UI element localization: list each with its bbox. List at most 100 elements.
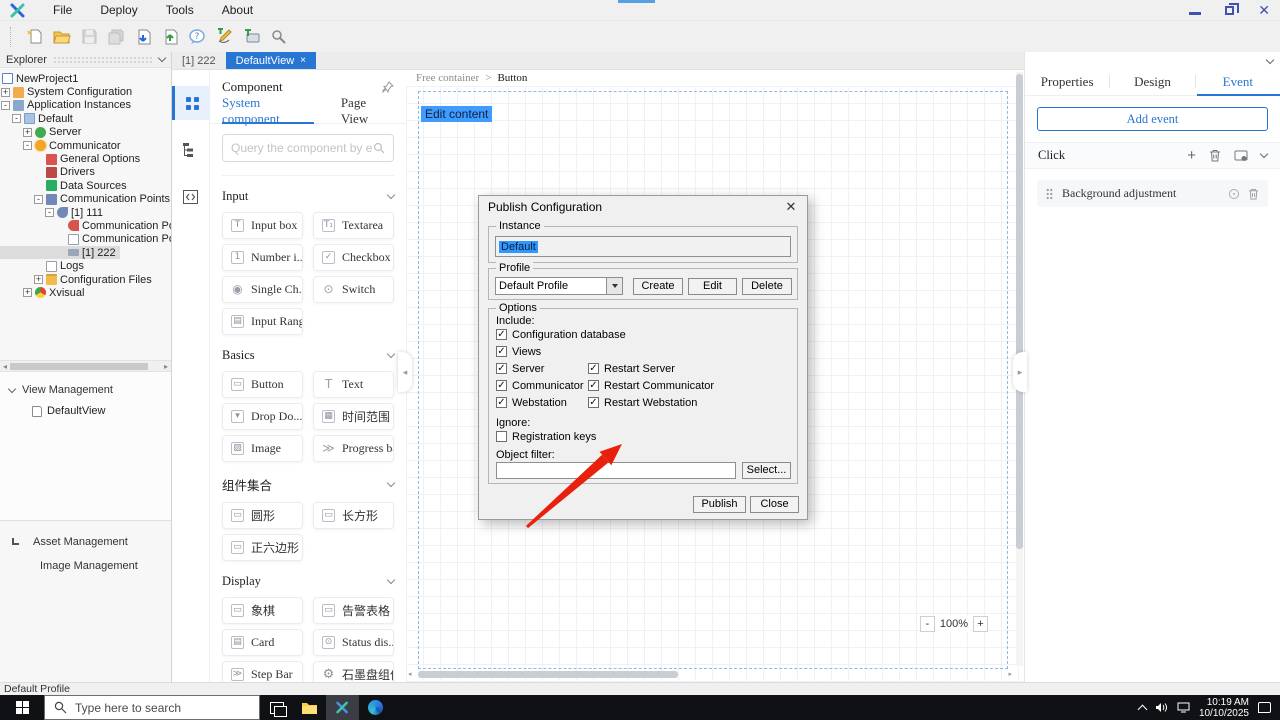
menu-tools[interactable]: Tools [152, 3, 208, 17]
tree-item-communicator[interactable]: - Communicator [0, 139, 125, 152]
scroll-left-icon[interactable]: ◂ [3, 362, 7, 371]
option-communicator[interactable]: ✓ Communicator [496, 379, 584, 392]
tab-event[interactable]: Event [1196, 74, 1280, 90]
component-dropdown[interactable]: ▾ Drop Do... [222, 403, 303, 430]
component-card[interactable]: ▤ Card [222, 629, 303, 656]
component-image[interactable]: ▨ Image [222, 435, 303, 462]
tree-item-communication-points[interactable]: - Communication Points [0, 193, 171, 206]
tree-item-server[interactable]: + Server [0, 126, 85, 139]
dialog-close-icon[interactable]: ✕ [775, 199, 807, 215]
button-component-selected[interactable]: Edit content [421, 106, 493, 122]
add-action-icon[interactable]: + [1187, 148, 1196, 163]
restore-icon[interactable] [1225, 2, 1240, 15]
scrollbar-thumb[interactable] [1016, 74, 1023, 550]
tree-item-general-options[interactable]: General Options [0, 152, 144, 165]
section-component-set[interactable]: 组件集合 [222, 475, 396, 494]
drag-handle-icon[interactable] [1046, 188, 1053, 199]
publish-button[interactable]: Publish [693, 496, 746, 513]
component-checkbox[interactable]: ✓ Checkbox [313, 244, 394, 271]
checkbox-checked-icon[interactable]: ✓ [496, 363, 507, 374]
tree-item-system-configuration[interactable]: + System Configuration [0, 85, 136, 98]
tree-item-222-selected[interactable]: [1] 222 [0, 246, 120, 260]
tab-design[interactable]: Design [1110, 74, 1194, 90]
new-file-icon[interactable] [25, 27, 45, 47]
scroll-right-icon[interactable]: ▸ [164, 362, 168, 371]
tree-item-project[interactable]: NewProject1 [0, 72, 82, 85]
tree-item-default[interactable]: - Default [0, 112, 77, 125]
component-chess[interactable]: ▭ 象棋 [222, 597, 303, 624]
save-all-icon[interactable] [106, 27, 126, 47]
task-view-button[interactable] [260, 695, 293, 720]
component-step-bar[interactable]: ≫ Step Bar [222, 661, 303, 682]
option-webstation[interactable]: ✓ Webstation [496, 396, 567, 409]
menu-deploy[interactable]: Deploy [86, 3, 151, 17]
menu-about[interactable]: About [208, 3, 267, 17]
breadcrumb-current[interactable]: Button [497, 72, 527, 84]
component-rectangle[interactable]: ▭ 长方形 [313, 502, 394, 529]
expander-icon[interactable]: + [34, 275, 43, 285]
instance-field[interactable]: Default [495, 236, 791, 257]
expander-icon[interactable]: - [45, 208, 54, 218]
tray-expand-icon[interactable] [1137, 704, 1148, 714]
view-management-header[interactable]: View Management [0, 382, 171, 398]
checkbox-checked-icon[interactable]: ✓ [588, 380, 599, 391]
asset-item-image-management[interactable]: Image Management [0, 560, 171, 572]
expander-icon[interactable]: + [23, 127, 32, 137]
expander-icon[interactable]: - [12, 114, 21, 124]
scroll-left-icon[interactable]: ◂ [408, 670, 412, 678]
option-restart-communicator[interactable]: ✓ Restart Communicator [588, 379, 714, 392]
click-event-group[interactable]: Click + [1025, 142, 1280, 169]
section-input[interactable]: Input [222, 189, 396, 204]
expander-icon[interactable]: + [23, 288, 32, 298]
component-alarm-table[interactable]: ▭ 告警表格 [313, 597, 394, 624]
component-number-input[interactable]: 1 Number i... [222, 244, 303, 271]
component-search-input[interactable] [231, 141, 373, 155]
expander-icon[interactable]: + [1, 87, 10, 97]
start-button[interactable] [0, 695, 44, 720]
action-background-adjustment[interactable]: Background adjustment [1037, 180, 1268, 207]
add-config-icon[interactable] [241, 27, 261, 47]
collapse-right-panel-handle[interactable]: ▸ [1013, 352, 1027, 392]
taskbar-search-input[interactable] [75, 700, 250, 715]
component-time-range[interactable]: ▦ 时间范围 [313, 403, 394, 430]
dropdown-arrow-icon[interactable] [606, 278, 622, 294]
open-folder-icon[interactable] [52, 27, 72, 47]
asset-management-header[interactable]: Asset Management [0, 533, 171, 550]
menu-file[interactable]: File [39, 3, 86, 17]
export-icon[interactable] [160, 27, 180, 47]
network-icon[interactable] [1177, 702, 1190, 713]
expander-icon[interactable]: - [23, 141, 32, 151]
tree-item-configuration-files[interactable]: + Configuration Files [0, 273, 156, 286]
edit-button[interactable]: Edit [688, 278, 737, 295]
locate-icon[interactable] [1229, 188, 1239, 199]
option-restart-server[interactable]: ✓ Restart Server [588, 362, 675, 375]
tab-page-view[interactable]: Page View [341, 95, 394, 127]
close-button[interactable]: Close [750, 496, 799, 513]
save-card-icon[interactable] [1234, 150, 1248, 162]
option-views[interactable]: ✓ Views [496, 345, 541, 358]
publish-pen-icon[interactable] [214, 27, 234, 47]
editor-tab-222[interactable]: [1] 222 [172, 52, 226, 69]
component-status-display[interactable]: ⊙ Status dis... [313, 629, 394, 656]
tree-item-111[interactable]: - [1] 111 [0, 206, 107, 219]
breadcrumb-parent[interactable]: Free container [416, 72, 479, 84]
component-textarea[interactable]: T₁ Textarea [313, 212, 394, 239]
tree-item-comm-point-options[interactable]: Communication Poin [0, 219, 171, 232]
notification-icon[interactable] [1258, 702, 1271, 713]
minimize-icon[interactable] [1189, 11, 1202, 15]
delete-icon[interactable] [1209, 149, 1221, 162]
component-single-choice[interactable]: ◉ Single Ch... [222, 276, 303, 303]
view-item-defaultview[interactable]: DefaultView [0, 403, 171, 419]
checkbox-checked-icon[interactable]: ✓ [496, 397, 507, 408]
component-progress-bar[interactable]: ≫Progress bar [313, 435, 394, 462]
option-server[interactable]: ✓ Server [496, 362, 544, 375]
taskbar-clock[interactable]: 10:19 AM 10/10/2025 [1199, 697, 1249, 719]
section-basics[interactable]: Basics [222, 348, 396, 363]
help-icon[interactable]: ? [187, 27, 207, 47]
select-button[interactable]: Select... [742, 462, 791, 479]
tree-item-logs[interactable]: Logs [0, 259, 88, 272]
collapse-chevron-icon[interactable] [1259, 149, 1269, 159]
create-button[interactable]: Create [633, 278, 683, 295]
component-hexagon[interactable]: ▭ 正六边形 [222, 534, 303, 561]
zoom-in-button[interactable]: + [973, 616, 988, 632]
